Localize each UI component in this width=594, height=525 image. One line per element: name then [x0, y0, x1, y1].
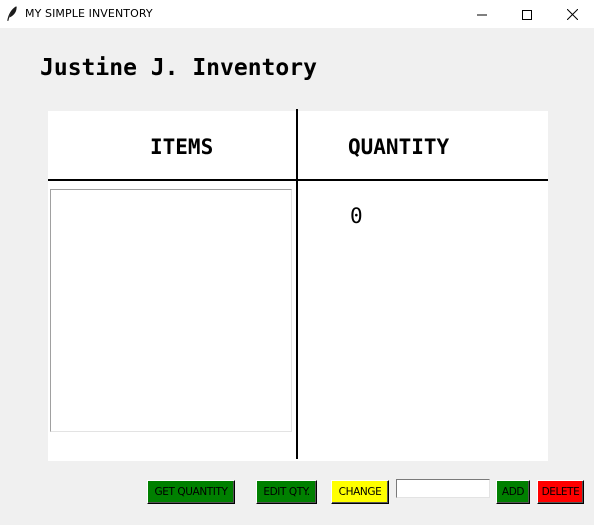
maximize-button[interactable]: [504, 0, 550, 28]
items-header: ITEMS: [150, 135, 214, 159]
item-entry-field[interactable]: [396, 479, 490, 498]
minimize-icon: [477, 5, 487, 24]
window-title: MY SIMPLE INVENTORY: [25, 7, 153, 20]
page-title: Justine J. Inventory: [40, 55, 317, 81]
column-divider: [296, 109, 298, 459]
close-icon: [566, 5, 578, 24]
inventory-table: ITEMS QUANTITY 0: [48, 109, 548, 461]
title-bar[interactable]: MY SIMPLE INVENTORY: [0, 0, 594, 28]
get-quantity-button[interactable]: GET QUANTITY: [147, 480, 235, 504]
quantity-header: QUANTITY: [348, 135, 450, 159]
items-listbox[interactable]: [50, 189, 292, 432]
close-button[interactable]: [549, 0, 594, 28]
delete-button[interactable]: DELETE: [537, 480, 584, 504]
minimize-button[interactable]: [459, 0, 505, 28]
app-window: MY SIMPLE INVENTORY Justine J. Inventory…: [0, 0, 594, 525]
change-button[interactable]: CHANGE: [331, 480, 389, 504]
maximize-icon: [522, 5, 532, 24]
quantity-value: 0: [350, 204, 363, 228]
edit-qty-button[interactable]: EDIT QTY.: [256, 480, 317, 504]
add-button[interactable]: ADD: [496, 480, 530, 504]
header-divider: [48, 179, 548, 181]
feather-icon: [6, 6, 18, 22]
